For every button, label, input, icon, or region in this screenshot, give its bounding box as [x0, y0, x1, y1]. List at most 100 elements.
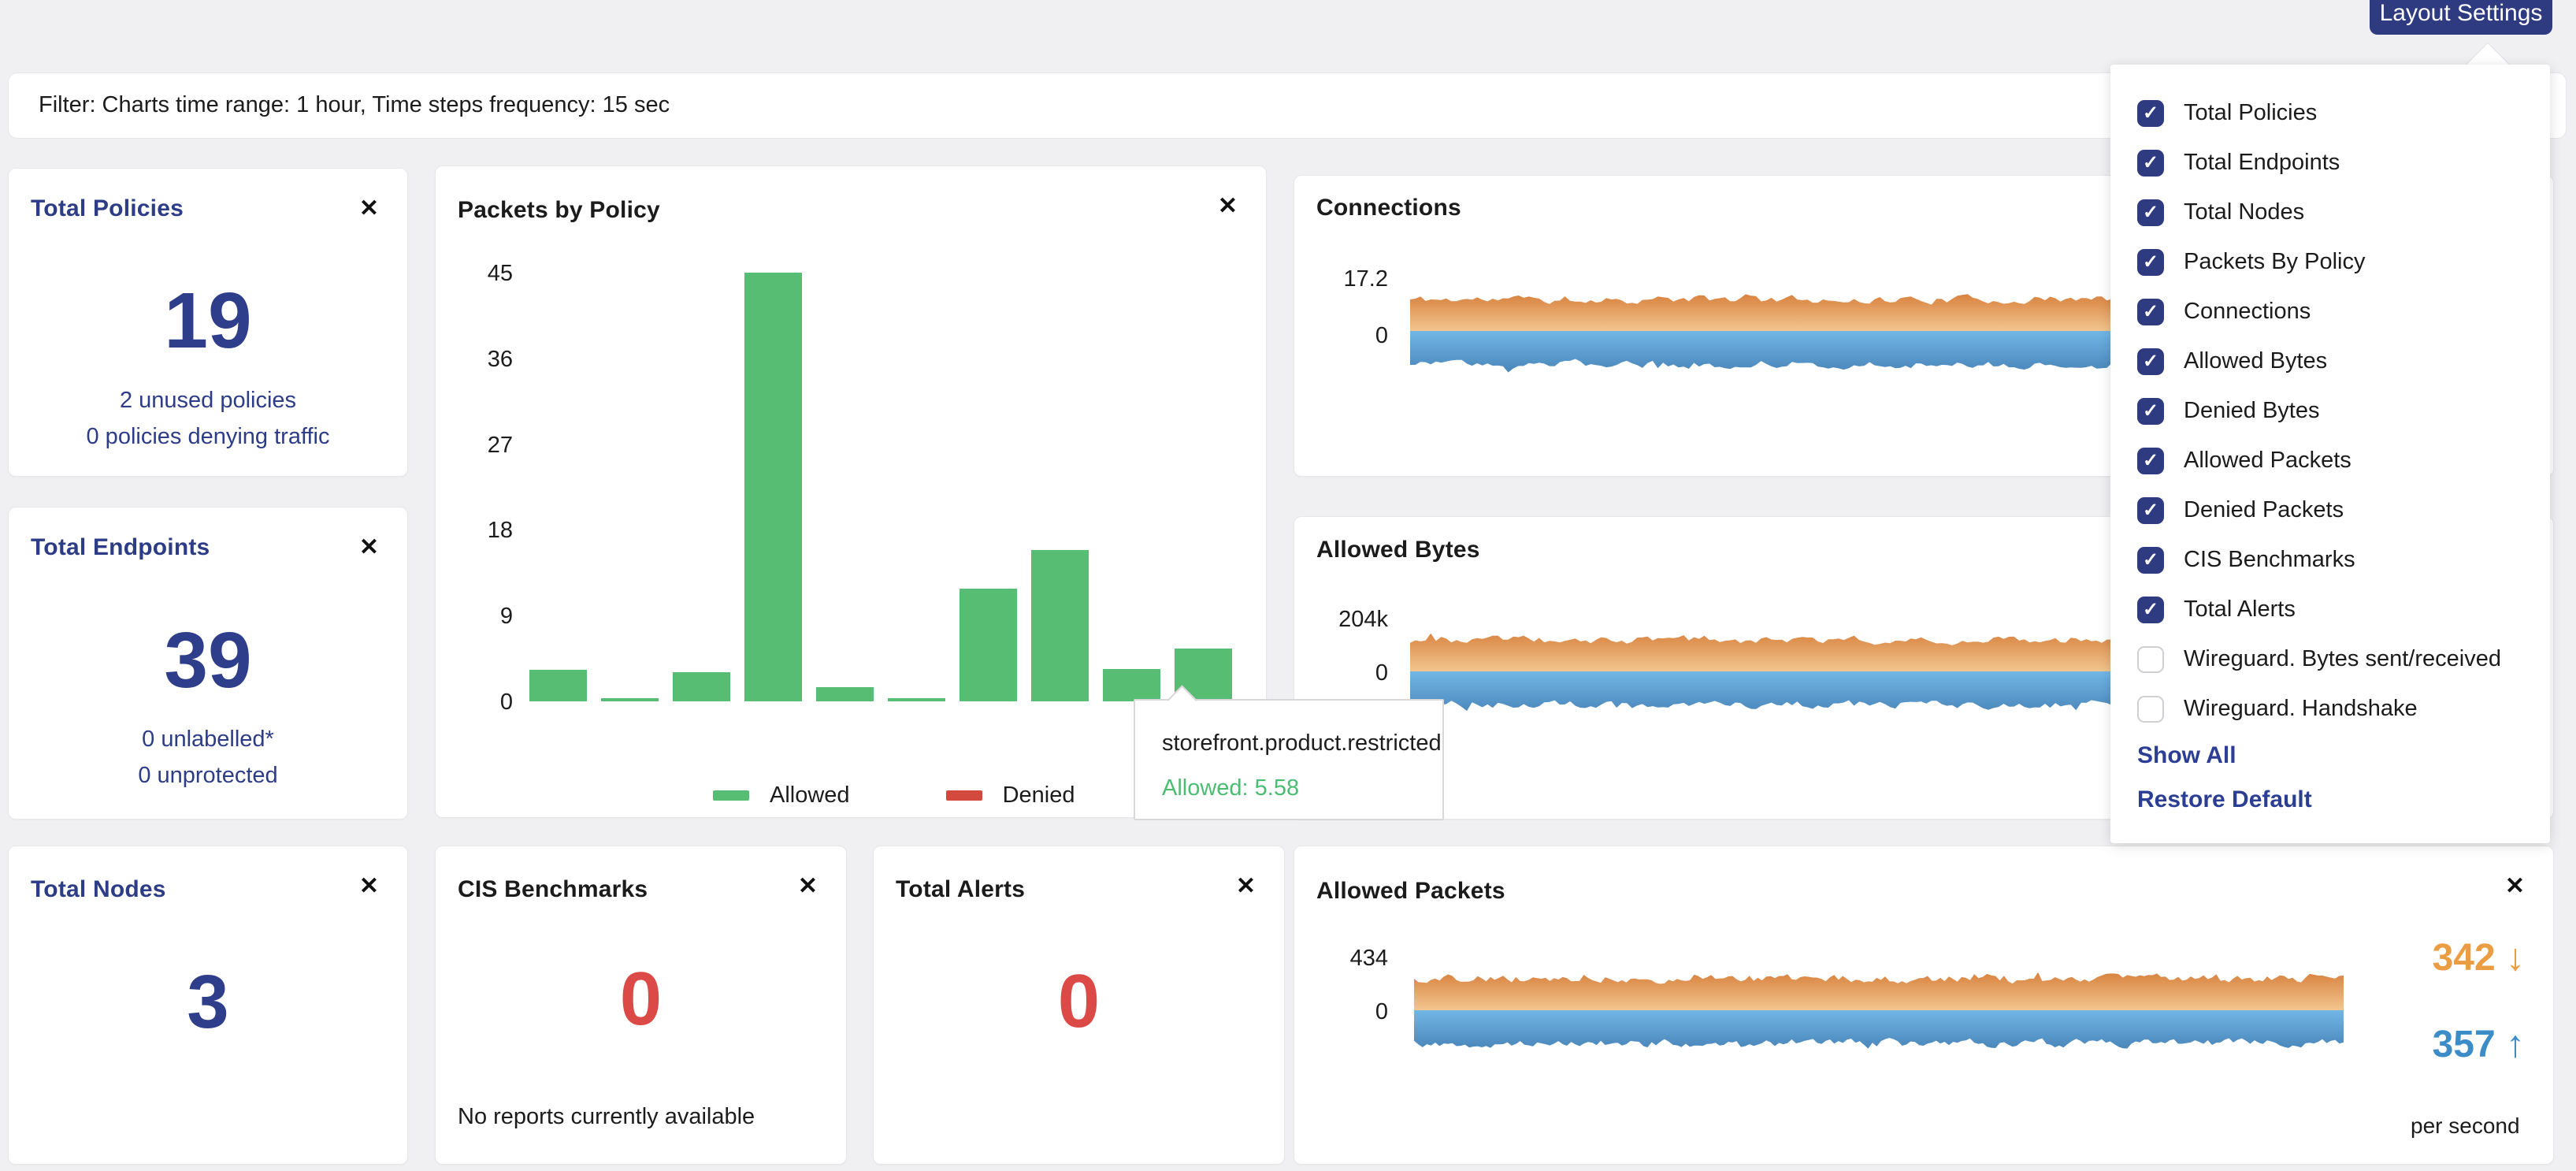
dropdown-item-label: Wireguard. Handshake [2184, 696, 2418, 722]
close-icon[interactable]: ✕ [2505, 875, 2525, 898]
total-alerts-title: Total Alerts [896, 876, 1025, 903]
unchecked-checkbox-icon[interactable] [2137, 696, 2164, 723]
dropdown-item-total-nodes[interactable]: ✓Total Nodes [2110, 188, 2550, 237]
chart-tooltip: storefront.product.restricted Allowed: 5… [1134, 699, 1444, 820]
allowed-bar[interactable] [1103, 669, 1160, 701]
dropdown-item-total-endpoints[interactable]: ✓ Total Endpoints [2110, 138, 2550, 188]
arrow-down-icon: ↓ [2506, 937, 2525, 979]
checked-checkbox-icon[interactable]: ✓ [2137, 199, 2164, 226]
restore-default-link[interactable]: Restore Default [2110, 778, 2550, 822]
total-nodes-title[interactable]: Total Nodes [31, 876, 166, 903]
connections-y-max: 17.2 [1317, 266, 1388, 292]
dropdown-item-total-alerts[interactable]: ✓ Total Alerts [2110, 585, 2550, 634]
cis-benchmarks-value: 0 [436, 961, 846, 1037]
tooltip-allowed-value: Allowed: 5.58 [1162, 775, 1299, 801]
total-endpoints-subtext2: 0 unprotected [9, 763, 407, 789]
allowed-bytes-y-max: 204k [1317, 607, 1388, 633]
total-endpoints-value: 39 [9, 621, 407, 700]
allowed-bytes-title: Allowed Bytes [1316, 537, 1480, 563]
dropdown-item-label: Allowed Packets [2184, 448, 2351, 474]
allowed-packets-y-zero: 0 [1317, 999, 1388, 1025]
close-icon[interactable]: ✕ [1236, 875, 1256, 898]
dropdown-item-total-policies[interactable]: ✓ Total Policies [2110, 88, 2550, 138]
dropdown-item-wireguard-bytes-sent-received[interactable]: Wireguard. Bytes sent/received [2110, 634, 2550, 684]
total-alerts-card: Total Alerts ✕ 0 [873, 846, 1285, 1165]
dropdown-item-label: CIS Benchmarks [2184, 547, 2355, 573]
close-icon[interactable]: ✕ [798, 875, 818, 898]
packets-up-stat: 357 ↑ [2363, 1023, 2525, 1066]
bar-chart-y-tick: 18 [442, 518, 513, 544]
bar-chart-y-tick: 27 [442, 433, 513, 459]
allowed-packets-title: Allowed Packets [1316, 878, 1505, 905]
total-endpoints-card: Total Endpoints ✕ 39 0 unlabelled* 0 unp… [8, 507, 408, 820]
dropdown-item-label: Denied Bytes [2184, 398, 2320, 424]
dropdown-item-denied-packets[interactable]: ✓ Denied Packets [2110, 485, 2550, 535]
bar-chart-y-tick: 45 [442, 261, 513, 287]
total-endpoints-title[interactable]: Total Endpoints [31, 534, 210, 561]
dropdown-item-allowed-bytes[interactable]: ✓ Allowed Bytes [2110, 336, 2550, 386]
total-policies-subtext2: 0 policies denying traffic [9, 424, 407, 450]
denied-legend-swatch [946, 790, 982, 801]
dropdown-item-allowed-packets[interactable]: ✓ Allowed Packets [2110, 436, 2550, 485]
bar-chart-legend: Allowed Denied [713, 783, 1075, 809]
tooltip-policy-name: storefront.product.restricted [1162, 730, 1442, 757]
dropdown-item-cis-benchmarks[interactable]: ✓ CIS Benchmarks [2110, 535, 2550, 585]
dropdown-item-packets-by-policy[interactable]: ✓Packets By Policy [2110, 237, 2550, 287]
cis-benchmarks-title: CIS Benchmarks [458, 876, 648, 903]
checked-checkbox-icon[interactable]: ✓ [2137, 597, 2164, 623]
allowed-bar[interactable] [816, 687, 874, 701]
close-icon[interactable]: ✕ [359, 197, 379, 221]
cis-benchmarks-card: CIS Benchmarks ✕ 0 No reports currently … [435, 846, 847, 1165]
layout-settings-button[interactable]: Layout Settings [2370, 0, 2552, 35]
unchecked-checkbox-icon[interactable] [2137, 646, 2164, 673]
checked-checkbox-icon[interactable]: ✓ [2137, 299, 2164, 325]
checked-checkbox-icon[interactable]: ✓ [2137, 150, 2164, 177]
arrow-up-icon: ↑ [2506, 1024, 2525, 1065]
allowed-bar[interactable] [673, 672, 730, 701]
bar-chart-y-tick: 0 [442, 690, 513, 716]
dropdown-item-label: Wireguard. Bytes sent/received [2184, 646, 2501, 672]
dropdown-item-label: Total Policies [2184, 100, 2317, 126]
bar-chart-plot[interactable] [517, 268, 1249, 701]
total-alerts-value: 0 [874, 964, 1284, 1039]
close-icon[interactable]: ✕ [359, 536, 379, 559]
bar-chart-y-tick: 36 [442, 347, 513, 373]
checked-checkbox-icon[interactable]: ✓ [2137, 100, 2164, 127]
allowed-packets-area-chart[interactable] [1414, 965, 2344, 1059]
filter-text: Filter: Charts time range: 1 hour, Time … [39, 92, 670, 118]
cis-benchmarks-note: No reports currently available [458, 1104, 755, 1130]
dropdown-item-denied-bytes[interactable]: ✓ Denied Bytes [2110, 386, 2550, 436]
dropdown-item-label: Connections [2184, 299, 2311, 325]
total-endpoints-subtext1: 0 unlabelled* [9, 727, 407, 753]
allowed-bar[interactable] [960, 589, 1017, 701]
checked-checkbox-icon[interactable]: ✓ [2137, 249, 2164, 276]
close-icon[interactable]: ✕ [1218, 195, 1238, 218]
allowed-bytes-y-zero: 0 [1317, 660, 1388, 686]
allowed-bar[interactable] [888, 698, 945, 701]
dropdown-item-label: Total Alerts [2184, 597, 2296, 623]
dropdown-item-wireguard-handshake[interactable]: Wireguard. Handshake [2110, 684, 2550, 734]
connections-y-zero: 0 [1317, 323, 1388, 349]
allowed-bar[interactable] [744, 273, 802, 701]
dashboard: Filter: Charts time range: 1 hour, Time … [0, 0, 2576, 1171]
allowed-bar[interactable] [529, 670, 587, 701]
dropdown-item-connections[interactable]: ✓ Connections [2110, 287, 2550, 336]
checked-checkbox-icon[interactable]: ✓ [2137, 398, 2164, 425]
denied-legend-label: Denied [1003, 783, 1075, 809]
allowed-packets-y-max: 434 [1317, 946, 1388, 972]
dropdown-item-label: Total Endpoints [2184, 150, 2340, 176]
checked-checkbox-icon[interactable]: ✓ [2137, 448, 2164, 474]
allowed-bar[interactable] [601, 698, 659, 701]
total-nodes-card: Total Nodes ✕ 3 [8, 846, 408, 1165]
checked-checkbox-icon[interactable]: ✓ [2137, 348, 2164, 375]
checked-checkbox-icon[interactable]: ✓ [2137, 547, 2164, 574]
show-all-link[interactable]: Show All [2110, 734, 2550, 778]
total-policies-card: Total Policies ✕ 19 2 unused policies 0 … [8, 168, 408, 477]
dropdown-item-label: Denied Packets [2184, 497, 2344, 523]
total-policies-title[interactable]: Total Policies [31, 195, 184, 222]
total-policies-subtext1: 2 unused policies [9, 388, 407, 414]
dropdown-item-label: Allowed Bytes [2184, 348, 2327, 374]
allowed-bar[interactable] [1031, 550, 1089, 701]
close-icon[interactable]: ✕ [359, 875, 379, 898]
checked-checkbox-icon[interactable]: ✓ [2137, 497, 2164, 524]
